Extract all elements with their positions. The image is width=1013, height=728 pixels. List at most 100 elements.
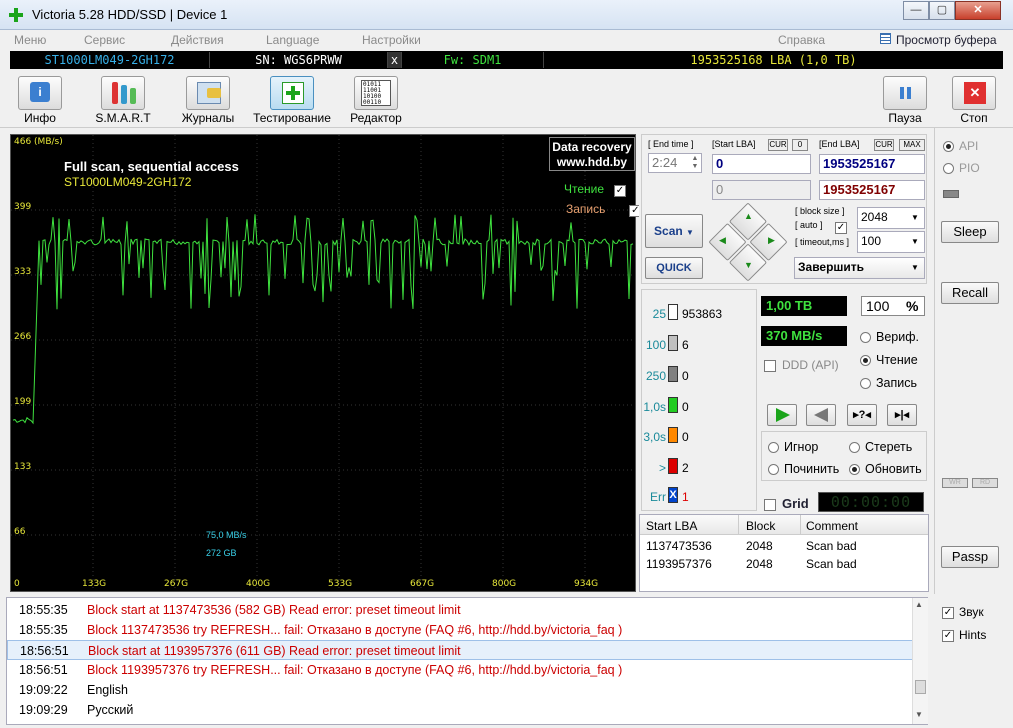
passp-button[interactable]: Passp	[941, 546, 999, 568]
device-info-bar: ST1000LM049-2GH172 SN: WGS6PRWW x Fw: SD…	[10, 51, 1003, 69]
close-button[interactable]: ✕	[955, 1, 1001, 20]
log-entry[interactable]: 18:56:51 Block 1193957376 try REFRESH... …	[7, 660, 915, 680]
scanned-size: 1,00 TB	[761, 296, 847, 316]
firmware-version: Fw: SDM1	[402, 52, 544, 68]
cell-block: 2048	[746, 557, 773, 571]
close-device-button[interactable]: x	[388, 52, 402, 68]
y-tick: 66	[14, 527, 26, 537]
ddd-api-option[interactable]: DDD (API)	[764, 358, 839, 372]
action-ignore[interactable]: Игнор	[768, 440, 818, 454]
action-erase[interactable]: Стереть	[849, 440, 912, 454]
arrow-down-icon: ▼	[744, 260, 753, 270]
x-tick: 133G	[82, 579, 107, 589]
butterfly-button[interactable]: ▸|◂	[887, 404, 917, 426]
sound-toggle[interactable]: ✓ Звук	[942, 605, 984, 619]
mode-read[interactable]: Чтение	[860, 353, 918, 367]
hdd-by-logo: Data recovery www.hdd.by	[549, 137, 635, 171]
col-start-lba[interactable]: Start LBA	[646, 519, 697, 533]
read-legend-checkbox[interactable]: ✓	[614, 184, 626, 197]
info-label: Инфо	[24, 111, 56, 125]
smart-icon	[112, 82, 118, 104]
pio-mode[interactable]: PIO	[943, 161, 980, 175]
y-tick: 399	[14, 202, 32, 212]
log-entry-selected[interactable]: 18:56:51 Block start at 1193957376 (611 G…	[7, 640, 915, 660]
graph-heading: Full scan, sequential access	[64, 159, 239, 174]
menu-actions[interactable]: Действия	[171, 33, 224, 47]
log-entry[interactable]: 18:55:35 Block 1137473536 try REFRESH... …	[7, 620, 915, 640]
finish-action-select[interactable]: Завершить	[794, 257, 925, 279]
action-refresh[interactable]: Обновить	[849, 462, 922, 476]
right-panel: API PIO Sleep Recall WR RD Passp ✓ Звук ✓…	[934, 128, 1013, 642]
y-tick: 199	[14, 397, 32, 407]
reverse-button[interactable]	[806, 404, 836, 426]
stop-button[interactable]: ✕	[952, 76, 996, 110]
quick-button[interactable]: QUICK	[645, 257, 703, 279]
start-lba-zero-button[interactable]: 0	[792, 139, 808, 151]
maximize-button[interactable]: ▢	[929, 1, 955, 20]
api-mode[interactable]: API	[943, 139, 978, 153]
block-count: 2	[682, 461, 689, 475]
end-time-spinner[interactable]: ▲ ▼	[690, 155, 700, 171]
y-tick: 266	[14, 332, 32, 342]
menu-help[interactable]: Справка	[778, 33, 825, 47]
log-message: English	[87, 683, 128, 697]
log-time: 18:55:35	[19, 623, 68, 637]
auto-checkbox[interactable]: ✓	[835, 221, 847, 234]
play-button[interactable]	[767, 404, 797, 426]
info-button[interactable]: i	[18, 76, 62, 110]
verify-label: Вериф.	[876, 330, 919, 344]
mode-write[interactable]: Запись	[860, 376, 917, 390]
log-entry[interactable]: 19:09:29 Русский	[7, 700, 915, 720]
read-legend-label: Чтение	[564, 182, 605, 196]
recall-button[interactable]: Recall	[941, 282, 999, 304]
menu-settings[interactable]: Настройки	[362, 33, 421, 47]
end-lba-input[interactable]: 1953525167	[819, 154, 925, 174]
block-color-swatch	[668, 397, 678, 413]
arrow-left-icon: ◀	[719, 235, 726, 245]
error-x-icon: X	[668, 487, 678, 503]
log-entry[interactable]: 18:55:35 Block start at 1137473536 (582 G…	[7, 600, 915, 620]
log-entry[interactable]: 19:09:22 English	[7, 680, 915, 700]
buffer-view-link[interactable]: Просмотр буфера	[896, 33, 997, 47]
sleep-button[interactable]: Sleep	[941, 221, 999, 243]
log-time: 18:55:35	[19, 603, 68, 617]
editor-label: Редактор	[350, 111, 402, 125]
block-color-swatch	[668, 458, 678, 474]
test-button[interactable]	[270, 76, 314, 110]
smart-button[interactable]	[101, 76, 145, 110]
table-row[interactable]: 1193957376 2048 Scan bad	[640, 557, 928, 575]
write-label: Запись	[876, 376, 918, 390]
stop-label: Стоп	[960, 111, 988, 125]
menu-service[interactable]: Сервис	[84, 33, 125, 47]
grid-label: Grid	[782, 496, 809, 511]
random-button[interactable]: ▸?◂	[847, 404, 877, 426]
table-row[interactable]: 1137473536 2048 Scan bad	[640, 539, 928, 557]
menu-language[interactable]: Language	[266, 33, 319, 47]
end-lba-max-button[interactable]: MAX	[899, 139, 925, 151]
speed-graph: 466 (MB/s) Full scan, sequential access …	[10, 134, 642, 592]
col-comment[interactable]: Comment	[806, 519, 858, 533]
hints-toggle[interactable]: ✓ Hints	[942, 628, 986, 642]
refresh-label: Обновить	[865, 462, 922, 476]
pause-label: Пауза	[888, 111, 922, 125]
grid-toggle[interactable]: Grid	[764, 496, 809, 511]
journal-button[interactable]	[186, 76, 230, 110]
minimize-button[interactable]: —	[903, 1, 929, 20]
menu-main[interactable]: Меню	[14, 33, 46, 47]
scroll-down-icon[interactable]: ▼	[915, 710, 923, 719]
scan-button[interactable]: Scan ▼	[645, 214, 703, 248]
mode-verify[interactable]: Вериф.	[860, 330, 919, 344]
toolbar: i Инфо S.M.A.R.T Журналы Тестирование 01…	[0, 70, 1013, 128]
log-scrollbar[interactable]: ▲ ▼	[912, 598, 928, 724]
start-lba-input[interactable]: 0	[712, 154, 811, 174]
scroll-up-icon[interactable]: ▲	[915, 600, 923, 609]
start-lba-cur-button[interactable]: CUR	[768, 139, 788, 151]
col-block[interactable]: Block	[746, 519, 775, 533]
scan-label: Scan	[654, 224, 683, 238]
end-lba-cur-button[interactable]: CUR	[874, 139, 894, 151]
scroll-thumb[interactable]	[915, 680, 926, 694]
action-repair[interactable]: Починить	[768, 462, 839, 476]
editor-button[interactable]: 01011 11001 10100 00110	[354, 76, 398, 110]
pause-button[interactable]	[883, 76, 927, 110]
drive-model: ST1000LM049-2GH172	[10, 52, 210, 68]
